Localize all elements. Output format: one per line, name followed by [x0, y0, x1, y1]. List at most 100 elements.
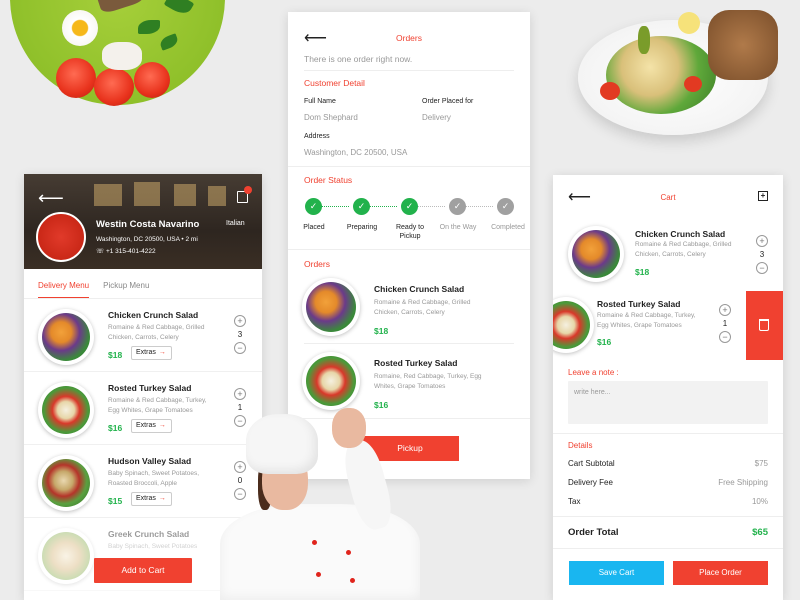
- check-icon: ✓: [497, 198, 514, 215]
- item-price: $16: [597, 337, 612, 347]
- full-name-value: Dom Shephard: [304, 113, 358, 122]
- subtotal-row: Cart Subtotal $75: [568, 459, 768, 468]
- cart-item-swiped[interactable]: Rosted Turkey Salad Romaine & Red Cabbag…: [553, 291, 746, 361]
- item-price: $18: [635, 267, 650, 277]
- dish-image: [553, 297, 594, 353]
- plus-icon[interactable]: +: [719, 304, 731, 316]
- tab-delivery-menu[interactable]: Delivery Menu: [38, 269, 90, 298]
- item-name: Chicken Crunch Salad: [635, 229, 726, 239]
- extras-button[interactable]: Extras →: [131, 492, 172, 506]
- orders-note: There is one order right now.: [304, 54, 413, 64]
- place-order-button[interactable]: Place Order: [673, 561, 768, 585]
- divider: [553, 548, 783, 549]
- delivery-fee-label: Delivery Fee: [568, 478, 613, 487]
- restaurant-name: Westin Costa Navarino: [96, 219, 200, 230]
- tax-value: 10%: [751, 497, 768, 506]
- quantity-value: 3: [237, 330, 243, 339]
- divider: [304, 343, 514, 344]
- step-label: Placed: [303, 224, 325, 231]
- address-value: Washington, DC 20500, USA: [304, 148, 408, 157]
- subtotal-label: Cart Subtotal: [568, 459, 615, 468]
- customer-detail-heading: Customer Detail: [304, 78, 365, 88]
- check-icon: ✓: [305, 198, 322, 215]
- address-label: Address: [304, 133, 330, 140]
- caprese-plate-photo: [10, 0, 225, 106]
- placed-for-value: Delivery: [422, 113, 451, 122]
- step-label: On the Way: [439, 224, 477, 231]
- restaurant-logo: [36, 212, 86, 262]
- add-to-cart-button[interactable]: Add to Cart: [94, 558, 192, 583]
- step-label: Preparing: [346, 224, 378, 231]
- check-icon: ✓: [353, 198, 370, 215]
- menu-item[interactable]: Chicken Crunch Salad Romaine & Red Cabba…: [24, 299, 262, 372]
- trash-icon: [759, 319, 769, 331]
- divider: [553, 516, 783, 517]
- divider: [288, 249, 530, 250]
- cart-screen: ⟵ Cart + Chicken Crunch Salad Romaine & …: [553, 175, 783, 600]
- order-status-timeline: ✓ ✓ ✓ ✓ ✓ Placed Preparing Ready to Pick…: [300, 198, 525, 240]
- dish-image: [38, 455, 94, 511]
- dish-image: [568, 226, 624, 282]
- save-cart-button[interactable]: Save Cart: [569, 561, 664, 585]
- item-price: $16: [108, 423, 123, 433]
- note-input[interactable]: write here...: [568, 381, 768, 424]
- item-price: $18: [108, 350, 123, 360]
- step-connector: [321, 206, 349, 207]
- divider: [304, 70, 514, 71]
- salad-plate-photo: [578, 10, 778, 135]
- item-name: Rosted Turkey Salad: [108, 383, 192, 393]
- cart-header: ⟵ Cart +: [553, 175, 783, 217]
- note-label: Leave a note :: [568, 368, 619, 377]
- extras-button[interactable]: Extras →: [131, 346, 172, 360]
- page-title: Orders: [396, 33, 422, 43]
- quantity-value: 1: [722, 319, 728, 328]
- order-row[interactable]: Chicken Crunch Salad Romaine & Red Cabba…: [288, 272, 530, 344]
- plus-icon[interactable]: +: [234, 315, 246, 327]
- step-label: Completed: [491, 224, 525, 231]
- delete-item-button[interactable]: [746, 291, 783, 360]
- tab-pickup-menu[interactable]: Pickup Menu: [103, 269, 149, 298]
- orders-header: ⟵ Orders: [288, 12, 530, 52]
- back-arrow-icon[interactable]: ⟵: [38, 188, 64, 209]
- minus-icon[interactable]: −: [719, 331, 731, 343]
- quantity-stepper: + 3 −: [755, 235, 769, 274]
- cart-badge: [244, 186, 252, 194]
- item-name: Chicken Crunch Salad: [374, 284, 465, 294]
- step-connector: [369, 206, 397, 207]
- dish-image: [38, 528, 94, 584]
- plus-icon[interactable]: +: [756, 235, 768, 247]
- minus-icon[interactable]: −: [234, 342, 246, 354]
- divider: [288, 166, 530, 167]
- item-price: $15: [108, 496, 123, 506]
- plus-icon[interactable]: +: [234, 388, 246, 400]
- chef-photo: [200, 400, 430, 600]
- order-total-value: $65: [752, 527, 768, 538]
- dish-image: [38, 382, 94, 438]
- add-item-icon[interactable]: +: [758, 191, 768, 201]
- restaurant-cuisine: Italian: [226, 220, 245, 227]
- check-icon: ✓: [449, 198, 466, 215]
- cart-item[interactable]: Chicken Crunch Salad Romaine & Red Cabba…: [553, 220, 783, 290]
- dish-image: [302, 278, 360, 336]
- step-connector: [465, 206, 493, 207]
- restaurant-address: Washington, DC 20500, USA • 2 mi: [96, 236, 198, 243]
- orders-heading: Orders: [304, 259, 330, 269]
- full-name-label: Full Name: [304, 98, 336, 105]
- order-total-label: Order Total: [568, 527, 619, 538]
- item-name: Chicken Crunch Salad: [108, 310, 199, 320]
- quantity-value: 3: [759, 250, 765, 259]
- tax-row: Tax 10%: [568, 497, 768, 506]
- minus-icon[interactable]: −: [756, 262, 768, 274]
- item-price: $18: [374, 326, 389, 336]
- item-name: Greek Crunch Salad: [108, 529, 190, 539]
- divider: [553, 433, 783, 434]
- item-description: Romaine & Red Cabbage, Grilled Chicken, …: [374, 299, 471, 316]
- item-description: Romaine, Red Cabbage, Turkey, Egg Whites…: [374, 373, 482, 390]
- order-status-heading: Order Status: [304, 175, 353, 185]
- item-description: Romaine & Red Cabbage, Grilled Chicken, …: [635, 241, 732, 258]
- extras-button[interactable]: Extras →: [131, 419, 172, 433]
- delivery-fee-row: Delivery Fee Free Shipping: [568, 478, 768, 487]
- step-label: Ready to Pickup: [395, 224, 425, 240]
- order-total-row: Order Total $65: [568, 527, 768, 538]
- dish-image: [38, 309, 94, 365]
